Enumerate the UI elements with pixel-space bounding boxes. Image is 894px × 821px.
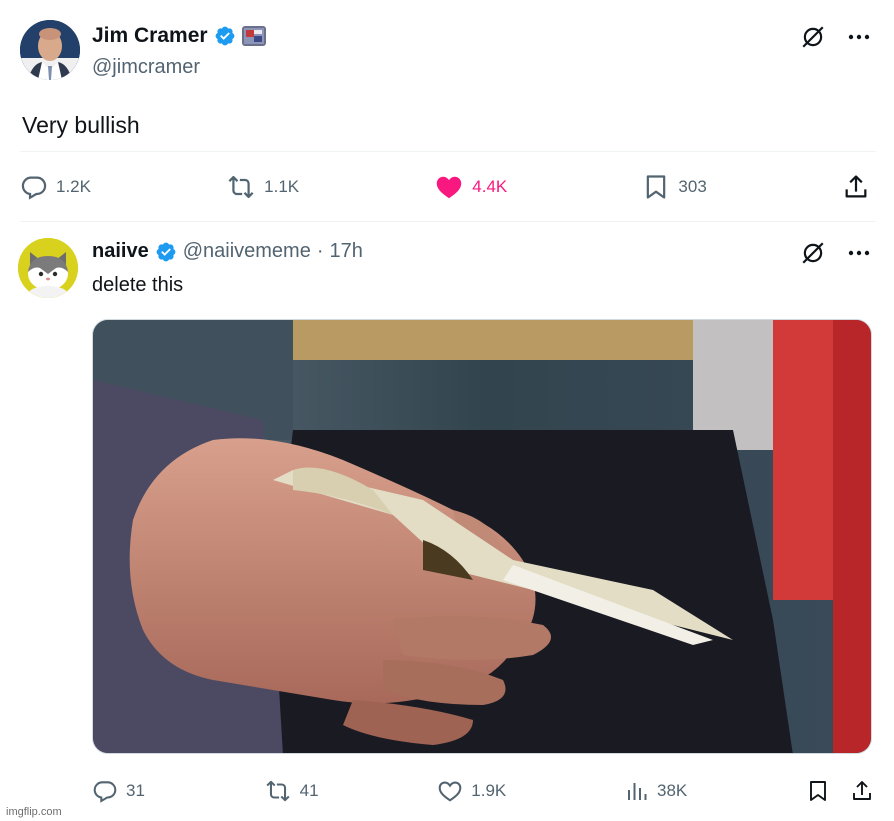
attached-photo[interactable] (92, 319, 872, 754)
tweet-text: Very bullish (22, 112, 140, 138)
author-display-name[interactable]: Jim Cramer (92, 24, 208, 48)
like-button[interactable]: 4.4K (434, 173, 507, 201)
tweet-top-actions (800, 24, 870, 50)
divider (20, 151, 876, 152)
bookmark-button[interactable]: 303 (642, 172, 707, 202)
heart-outline-icon (438, 781, 462, 802)
verified-badge-icon (215, 26, 234, 46)
author-name-row: Jim Cramer (92, 24, 266, 48)
like-count: 1.9K (471, 781, 507, 800)
retweet-button[interactable]: 41 (264, 778, 319, 804)
timestamp[interactable]: 17h (330, 240, 363, 263)
reply-button[interactable]: 1.2K (20, 173, 91, 201)
views-count: 38K (656, 781, 688, 800)
like-button[interactable]: 1.9K (437, 778, 506, 804)
main-action-bar: 1.2K 1.1K 4.4K 303 (20, 172, 870, 202)
separator-dot: · (316, 240, 324, 262)
bookmark-icon[interactable] (806, 778, 830, 804)
retweet-icon (228, 175, 254, 199)
verified-badge-icon (156, 242, 176, 261)
author-handle[interactable]: @jimcramer (92, 56, 200, 79)
heart-filled-icon (437, 176, 462, 199)
retweet-button[interactable]: 1.1K (226, 173, 299, 201)
reply-header: naiive @naiivememe · 17h (92, 240, 363, 263)
reply-icon (21, 176, 47, 200)
reply-button[interactable]: 31 (92, 778, 145, 804)
more-options-icon[interactable] (848, 250, 870, 256)
bookmark-count: 303 (678, 177, 707, 196)
reply-tweet: naiive @naiivememe · 17h delete this 31 … (0, 222, 894, 821)
reply-icon (93, 781, 117, 803)
tweet-text: delete this (92, 274, 184, 296)
imgflip-watermark: imgflip.com (6, 806, 62, 818)
reply-extra-actions (806, 778, 874, 804)
like-count: 4.4K (472, 177, 508, 196)
views-button[interactable]: 38K (625, 779, 687, 803)
retweet-icon (266, 780, 290, 802)
share-button[interactable] (842, 173, 870, 201)
avatar[interactable] (20, 20, 80, 80)
views-chart-icon (627, 783, 647, 800)
retweet-count: 1.1K (264, 177, 300, 196)
reply-action-bar: 31 41 1.9K 38K (92, 778, 874, 804)
bookmark-icon (647, 175, 666, 199)
reply-count: 31 (126, 781, 145, 800)
author-display-name[interactable]: naiive (92, 240, 149, 263)
share-icon[interactable] (850, 779, 874, 803)
avatar[interactable] (18, 238, 78, 298)
affiliate-badge-icon (241, 26, 266, 46)
more-options-icon[interactable] (848, 34, 870, 40)
retweet-count: 41 (299, 781, 319, 800)
main-tweet: Jim Cramer @jimcramer Very bullish 1.2K … (0, 0, 894, 222)
tweet-top-actions (800, 240, 870, 266)
photo-hand-with-cash (93, 320, 871, 753)
grok-icon[interactable] (800, 24, 826, 50)
reply-count: 1.2K (56, 177, 91, 196)
author-handle[interactable]: @naiivememe (183, 240, 311, 263)
grok-icon[interactable] (800, 240, 826, 266)
share-icon (845, 175, 867, 198)
